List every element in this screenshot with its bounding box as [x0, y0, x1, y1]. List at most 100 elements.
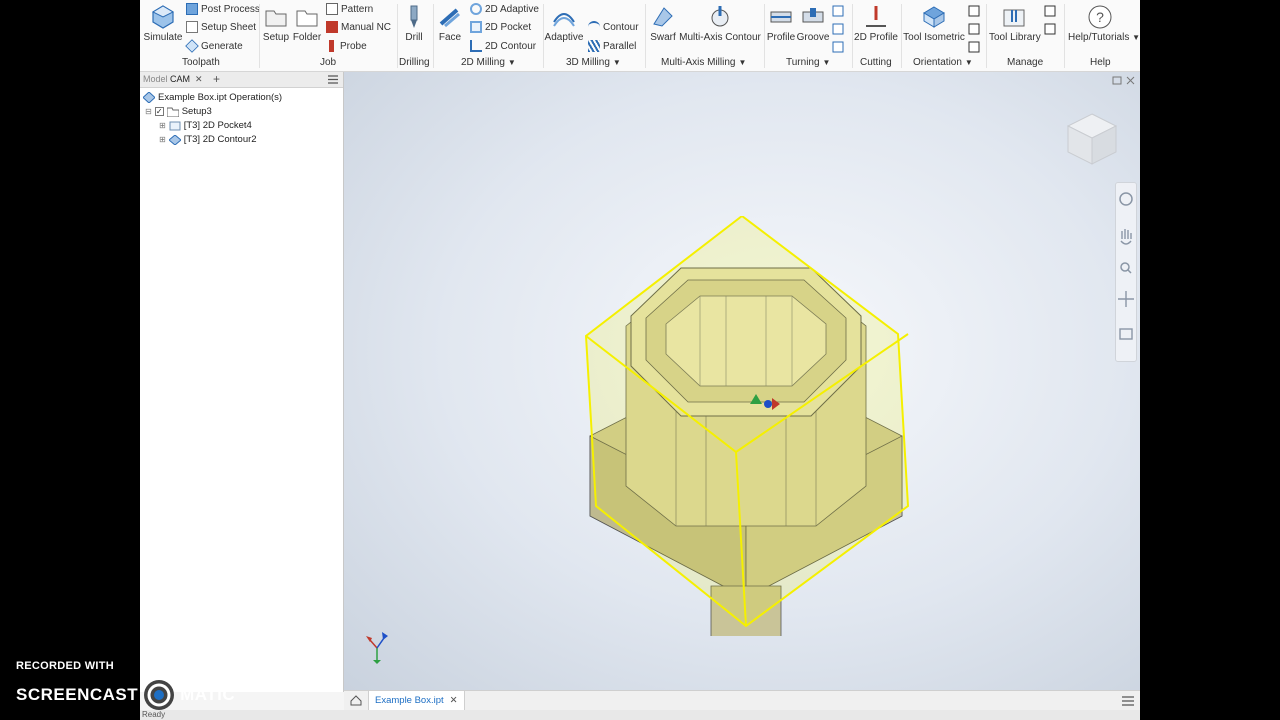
probe-button[interactable]: Probe	[326, 40, 367, 52]
2d-contour-icon	[168, 134, 181, 145]
tree-op-pocket[interactable]: ⊞ [T3] 2D Pocket4	[159, 120, 252, 131]
2d-adaptive-button[interactable]: 2D Adaptive	[470, 3, 539, 15]
manage-group-label: Manage	[1007, 57, 1044, 68]
panel-tabs: Model CAM ✕ +	[140, 72, 343, 88]
pan-hand-icon[interactable]	[1120, 229, 1132, 245]
caret-down-icon: ▼	[612, 58, 621, 67]
status-bar: Ready	[140, 710, 1140, 720]
manual-nc-button[interactable]: Manual NC	[326, 21, 391, 33]
face-icon	[439, 8, 460, 28]
zoom-icon[interactable]	[1120, 262, 1130, 272]
3d-milling-group-label[interactable]: 3D Milling ▼	[566, 57, 621, 68]
view-orientation-tools[interactable]	[967, 4, 981, 58]
close-document-button[interactable]: ✕	[450, 695, 458, 706]
drilling-group-label: Drilling	[399, 57, 430, 68]
viewport-window-controls	[1112, 76, 1135, 85]
tool-library-icon	[1003, 9, 1025, 27]
orientation-group-label[interactable]: Orientation ▼	[913, 57, 973, 68]
tab-cam[interactable]: CAM	[170, 74, 190, 84]
face-button[interactable]: Face	[436, 4, 464, 43]
folder-button[interactable]: Folder	[291, 4, 323, 43]
2d-profile-icon	[866, 6, 886, 27]
adaptive-icon	[553, 13, 575, 27]
navigation-tools	[1118, 192, 1134, 340]
multi-axis-contour-icon	[711, 6, 729, 27]
2d-pocket-button[interactable]: 2D Pocket	[470, 21, 531, 33]
tree-root[interactable]: Example Box.ipt Operation(s)	[143, 92, 282, 103]
tool-library-button[interactable]: Tool Library	[989, 4, 1041, 43]
restore-icon[interactable]	[1112, 76, 1122, 85]
2d-contour-button[interactable]: 2D Contour	[470, 40, 536, 52]
parallel-button[interactable]: Parallel	[588, 40, 636, 52]
swarf-button[interactable]: Swarf	[648, 4, 678, 43]
setup-folder-icon	[265, 10, 287, 27]
look-at-icon[interactable]	[1119, 328, 1133, 340]
add-tab-button[interactable]: +	[213, 72, 220, 86]
drill-icon	[410, 5, 418, 28]
checkbox-icon[interactable]: ✓	[154, 107, 164, 116]
view-cube-icons	[968, 5, 980, 53]
contour-icon	[588, 21, 600, 33]
origin-z-arrow	[764, 400, 772, 408]
turning-more-tools[interactable]	[831, 4, 845, 58]
setup-button[interactable]: Setup	[261, 4, 291, 43]
tree-op-contour[interactable]: ⊞ [T3] 2D Contour2	[159, 134, 257, 145]
toolpath-group-label: Toolpath	[182, 57, 220, 68]
part-model[interactable]	[576, 216, 916, 636]
graphics-viewport[interactable]	[344, 72, 1140, 690]
generate-button[interactable]: Generate	[185, 39, 243, 53]
orbit-icon[interactable]	[1118, 291, 1134, 307]
adaptive-button[interactable]: Adaptive	[544, 4, 584, 43]
2d-milling-group-label[interactable]: 2D Milling ▼	[461, 57, 516, 68]
document-tab[interactable]: Example Box.ipt ✕	[368, 691, 465, 710]
panel-menu-icon[interactable]	[328, 75, 338, 84]
help-tutorials-button[interactable]: ? Help/Tutorials ▼	[1068, 4, 1140, 43]
contour-button[interactable]: Contour	[588, 21, 639, 33]
watermark-line2: SCREENCAST MATIC	[16, 678, 235, 712]
expand-icon[interactable]: ⊞	[159, 121, 166, 130]
collapse-icon[interactable]: ⊟	[145, 107, 152, 116]
turning-profile-button[interactable]: Profile	[766, 4, 796, 43]
manage-more-tools[interactable]	[1043, 4, 1057, 40]
multi-axis-group-label[interactable]: Multi-Axis Milling ▼	[661, 57, 746, 68]
watermark-line1: RECORDED WITH	[16, 660, 115, 672]
viewcube[interactable]	[1062, 108, 1122, 168]
tool-isometric-icon	[923, 6, 945, 28]
2d-adaptive-icon	[470, 3, 482, 15]
group-separator	[259, 4, 260, 68]
post-process-icon	[186, 3, 198, 15]
drill-button[interactable]: Drill	[400, 4, 428, 43]
group-separator	[764, 4, 765, 68]
simulate-button[interactable]: Simulate	[143, 4, 183, 43]
pattern-button[interactable]: Pattern	[326, 3, 373, 15]
group-separator	[1064, 4, 1065, 68]
tab-menu-icon[interactable]	[1122, 696, 1134, 706]
job-group-label: Job	[320, 57, 337, 68]
tab-model[interactable]: Model	[143, 74, 168, 84]
simulate-icon	[151, 5, 175, 29]
multi-axis-contour-button[interactable]: Multi-Axis Contour	[678, 4, 762, 43]
ribbon: Simulate Post Process Setup Sheet Genera…	[140, 0, 1140, 72]
generate-icon	[185, 39, 199, 53]
close-tab-button[interactable]: ✕	[195, 74, 203, 85]
caret-down-icon: ▼	[738, 58, 747, 67]
caret-down-icon: ▼	[964, 58, 973, 67]
tree-setup[interactable]: ⊟ ✓ Setup3	[145, 106, 212, 117]
setup-folder-icon	[166, 107, 179, 117]
close-icon[interactable]	[1126, 76, 1135, 85]
groove-button[interactable]: Groove	[796, 4, 830, 43]
group-separator	[901, 4, 902, 68]
post-process-button[interactable]: Post Process	[186, 3, 260, 15]
steering-wheel-icon[interactable]	[1119, 192, 1133, 206]
help-icon: ?	[1088, 5, 1112, 29]
expand-icon[interactable]: ⊞	[159, 135, 166, 144]
browser-panel: Model CAM ✕ + Example Box.ipt Operation(…	[140, 72, 344, 692]
setup-sheet-button[interactable]: Setup Sheet	[186, 21, 256, 33]
tool-isometric-button[interactable]: Tool Isometric	[903, 4, 965, 43]
svg-text:?: ?	[1096, 9, 1104, 25]
2d-profile-button[interactable]: 2D Profile	[854, 4, 898, 43]
caret-down-icon: ▼	[1132, 33, 1140, 42]
turning-group-label[interactable]: Turning ▼	[786, 57, 830, 68]
home-icon[interactable]	[350, 695, 362, 706]
operations-icon	[143, 92, 155, 103]
